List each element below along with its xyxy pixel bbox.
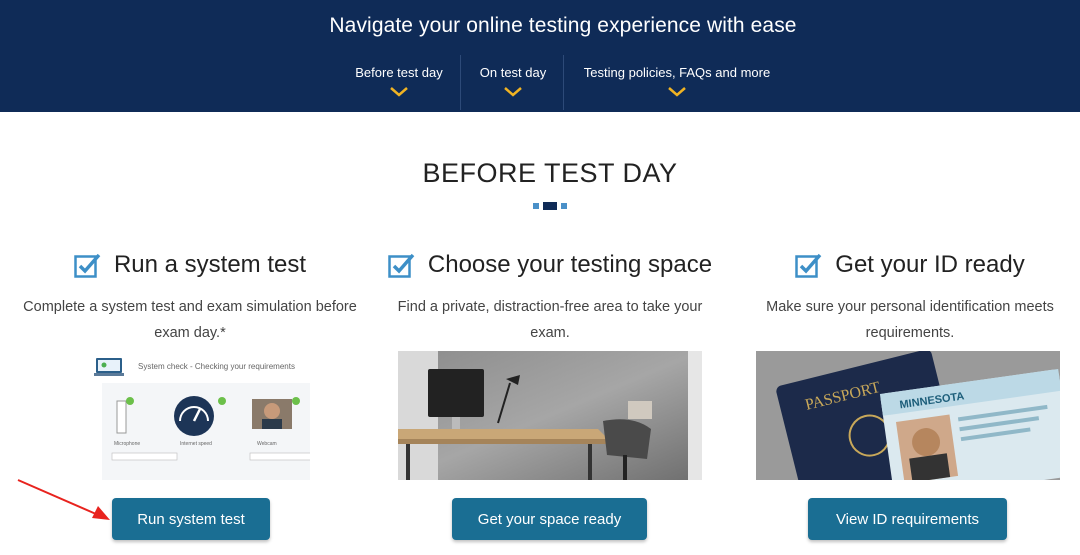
view-id-requirements-button[interactable]: View ID requirements (808, 498, 1007, 540)
checkbox-check-icon (74, 253, 101, 278)
nav-separator (563, 55, 564, 110)
system-check-title: System check - Checking your requirement… (138, 362, 295, 371)
checkbox-check-icon (388, 253, 415, 278)
svg-text:Webcam: Webcam (257, 441, 277, 447)
top-banner: Navigate your online testing experience … (0, 0, 1080, 112)
column-description: Find a private, distraction-free area to… (397, 299, 703, 341)
column-description: Make sure your personal identification m… (766, 299, 1054, 341)
column-testing-space: Choose your testing space Find a private… (380, 246, 720, 346)
get-space-ready-button[interactable]: Get your space ready (452, 498, 647, 540)
system-check-panel: Microphone Internet speed Webcam (102, 383, 310, 480)
svg-text:Microphone: Microphone (114, 441, 140, 447)
chevron-down-icon (668, 87, 686, 97)
column-description: Complete a system test and exam simulati… (23, 299, 357, 341)
nav-label: Before test day (355, 65, 443, 80)
checkbox-check-icon (795, 253, 822, 278)
nav-label: On test day (479, 65, 547, 80)
red-arrow-annotation (17, 479, 110, 520)
nav-separator (460, 55, 461, 110)
workspace-image (398, 351, 702, 480)
id-documents-image: PASSPORT MINNESOTA (756, 351, 1060, 480)
nav-on-test-day[interactable]: On test day (470, 55, 556, 110)
system-check-image: System check - Checking your requirement… (74, 351, 310, 480)
column-title: Run a system test (113, 251, 307, 278)
column-system-test: Run a system test Complete a system test… (20, 246, 360, 346)
section-nav: Before test day On test day Testing poli… (0, 55, 1080, 110)
section-divider (533, 202, 567, 210)
nav-before-test-day[interactable]: Before test day (346, 55, 452, 110)
chevron-down-icon (390, 87, 408, 97)
section-title: BEFORE TEST DAY (422, 158, 678, 188)
run-system-test-button[interactable]: Run system test (112, 498, 270, 540)
svg-text:Internet speed: Internet speed (180, 441, 212, 447)
laptop-icon (94, 358, 124, 376)
banner-title: Navigate your online testing experience … (329, 14, 797, 37)
column-title: Get your ID ready (835, 251, 1025, 278)
column-title: Choose your testing space (427, 251, 713, 278)
nav-label: Testing policies, FAQs and more (583, 65, 771, 80)
column-id-ready: Get your ID ready Make sure your persona… (740, 246, 1080, 346)
nav-testing-policies[interactable]: Testing policies, FAQs and more (578, 55, 776, 110)
chevron-down-icon (504, 87, 522, 97)
